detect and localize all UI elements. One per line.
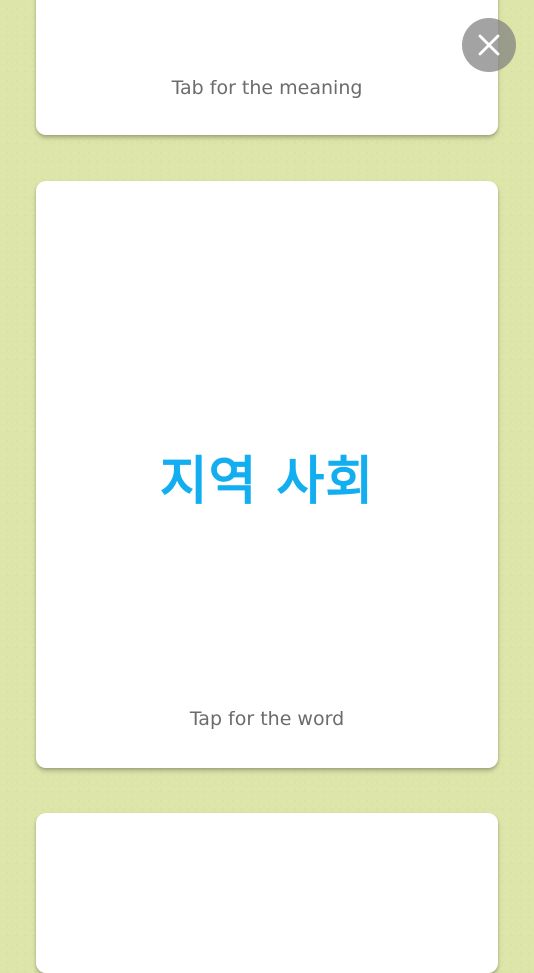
close-button[interactable] [462, 18, 516, 72]
card-hint: Tap for the word [189, 708, 345, 730]
close-icon [477, 33, 501, 57]
card-word: 지역 사회 [159, 452, 375, 512]
flashcard-next[interactable] [36, 813, 498, 973]
flashcard-previous[interactable]: Tab for the meaning [36, 0, 498, 135]
flashcard-current[interactable]: 지역 사회 Tap for the word [36, 181, 498, 768]
card-hint: Tab for the meaning [171, 77, 363, 99]
